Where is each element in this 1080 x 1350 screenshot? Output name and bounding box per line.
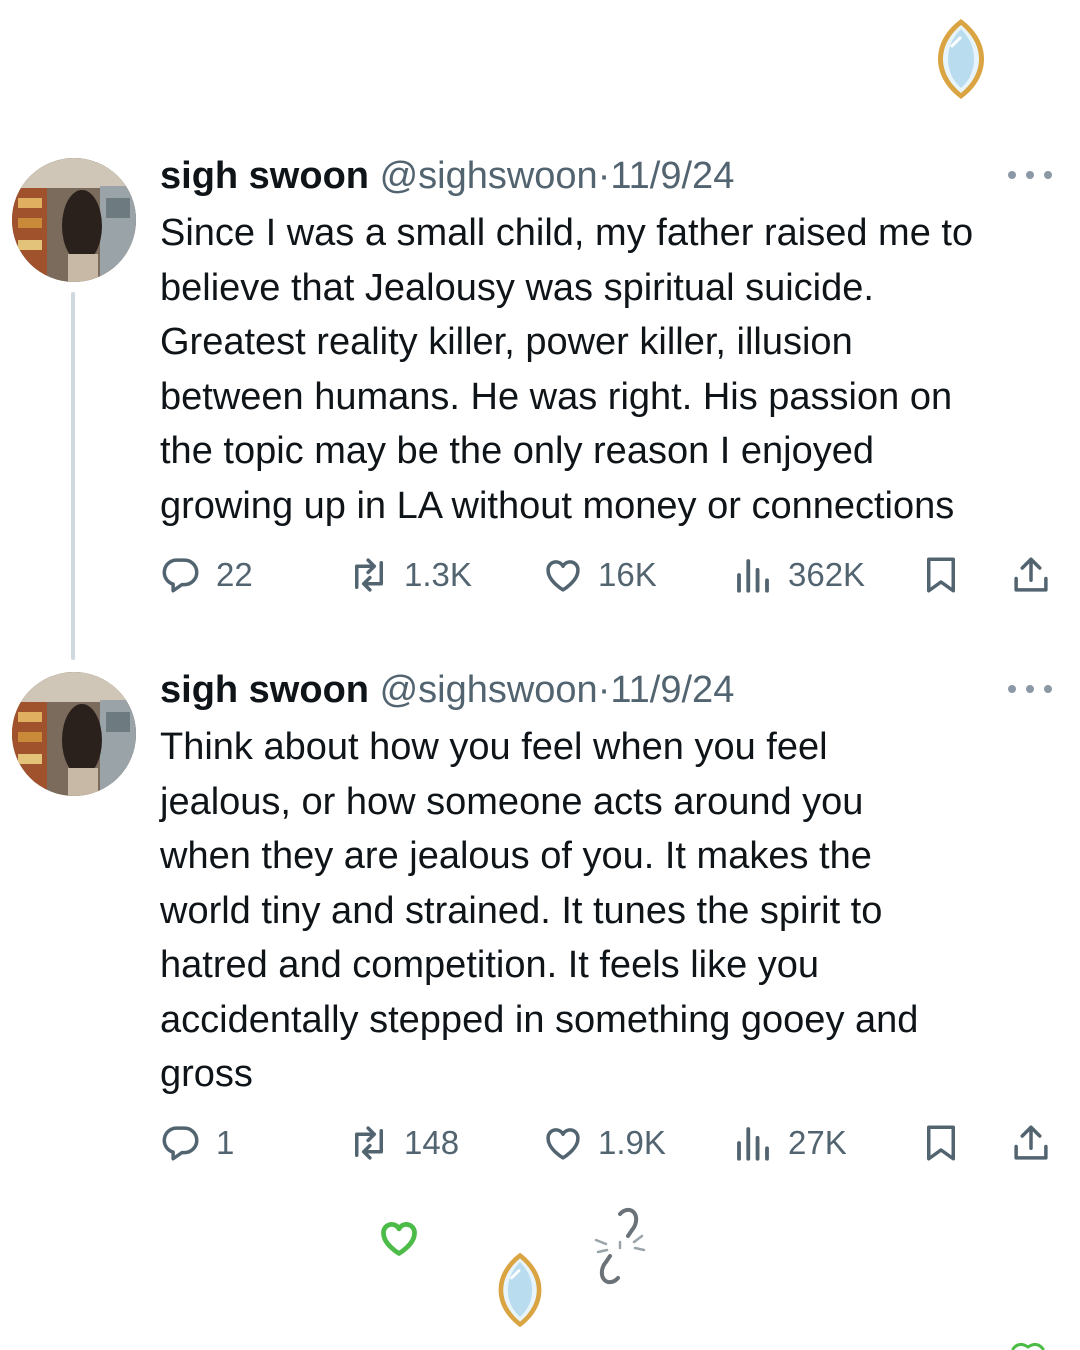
timestamp[interactable]: 11/9/24 [610,669,734,711]
avatar[interactable] [12,158,136,282]
views-count: 362K [788,556,866,593]
like-count: 1.9K [598,1124,666,1161]
share-icon[interactable] [1010,1122,1052,1164]
views-icon [737,559,769,593]
mirror-emoji-bottom [498,1252,542,1328]
more-icon[interactable] [1008,170,1052,180]
tweet-header: sigh swoon @sighswoon·11/9/24 [160,668,734,712]
green-heart-emoji [381,1222,417,1256]
retweet-icon [355,1126,383,1160]
heart-icon [546,560,580,592]
tweet-actions: 1 148 1.9K 27K [160,1118,1060,1168]
reply-icon [162,1126,199,1161]
thread-connector [71,292,75,660]
tweet-actions: 22 1.3K 16K 362K [160,550,1060,600]
views-button[interactable]: 27K [732,1118,847,1168]
more-icon[interactable] [1008,684,1052,694]
reply-button[interactable]: 1 [160,1118,234,1168]
handle[interactable]: @sighswoon [380,669,598,711]
views-button[interactable]: 362K [732,550,865,600]
views-icon [737,1127,769,1161]
display-name[interactable]: sigh swoon [160,669,369,711]
bookmark-icon[interactable] [920,554,962,596]
separator: · [597,669,611,711]
like-button[interactable]: 16K [542,550,657,600]
tweet-header: sigh swoon @sighswoon·11/9/24 [160,154,734,198]
tweet-text: Since I was a small child, my father rai… [160,212,974,527]
separator: · [597,155,611,197]
like-count: 16K [598,556,657,593]
handle[interactable]: @sighswoon [380,155,598,197]
mirror-emoji-top [938,19,984,99]
avatar[interactable] [12,672,136,796]
share-icon[interactable] [1010,554,1052,596]
broken-chain-emoji [594,1207,646,1285]
retweet-icon [355,558,383,592]
timestamp[interactable]: 11/9/24 [610,155,734,197]
like-button[interactable]: 1.9K [542,1118,666,1168]
tweet-text: Think about how you feel when you feel j… [160,726,919,1095]
retweet-button[interactable]: 1.3K [348,550,472,600]
retweet-count: 148 [404,1124,460,1161]
reply-count: 22 [216,556,253,593]
reply-icon [162,558,199,593]
reply-button[interactable]: 22 [160,550,253,600]
green-heart-emoji-partial [1011,1342,1045,1350]
heart-icon [546,1128,580,1160]
retweet-button[interactable]: 148 [348,1118,459,1168]
reply-count: 1 [216,1124,235,1161]
display-name[interactable]: sigh swoon [160,155,369,197]
bookmark-icon[interactable] [920,1122,962,1164]
retweet-count: 1.3K [404,556,472,593]
views-count: 27K [788,1124,847,1161]
